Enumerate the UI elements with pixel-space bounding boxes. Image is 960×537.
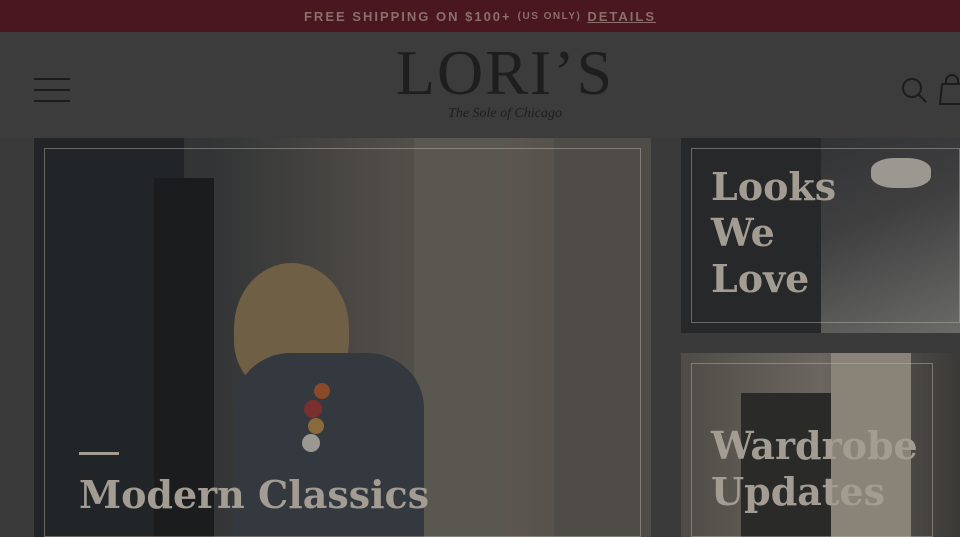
title-line: Love (711, 256, 810, 301)
card-title-looks-we-love: Looks We Love (711, 164, 836, 302)
promo-text: FREE SHIPPING ON $100+ (303, 8, 512, 24)
feature-card-looks-we-love[interactable]: Looks We Love (681, 138, 960, 333)
site-header: LORI’S The Sole of Chicago (0, 32, 960, 138)
title-divider (79, 452, 119, 455)
promo-note: (US ONLY) (517, 10, 582, 22)
feature-card-wardrobe-updates[interactable]: Wardrobe Updates (681, 353, 960, 537)
promo-bar: FREE SHIPPING ON $100+ (US ONLY) DETAILS (0, 0, 960, 32)
title-line: Wardrobe (711, 423, 918, 468)
card-title-wardrobe-updates: Wardrobe Updates (711, 423, 918, 515)
title-line: We (711, 210, 775, 255)
shopping-bag-icon[interactable] (938, 74, 960, 106)
promo-details-link[interactable]: DETAILS (587, 9, 656, 24)
card-title-modern-classics: Modern Classics (79, 472, 430, 517)
title-line: Looks (711, 164, 837, 209)
logo-wordmark: LORI’S (395, 37, 615, 108)
site-logo[interactable]: LORI’S The Sole of Chicago (380, 40, 630, 130)
logo-tagline: The Sole of Chicago (448, 106, 562, 121)
hamburger-menu-icon[interactable] (34, 78, 70, 102)
title-line: Updates (711, 469, 886, 514)
search-icon[interactable] (900, 76, 928, 104)
feature-card-modern-classics[interactable]: Modern Classics (34, 138, 651, 537)
